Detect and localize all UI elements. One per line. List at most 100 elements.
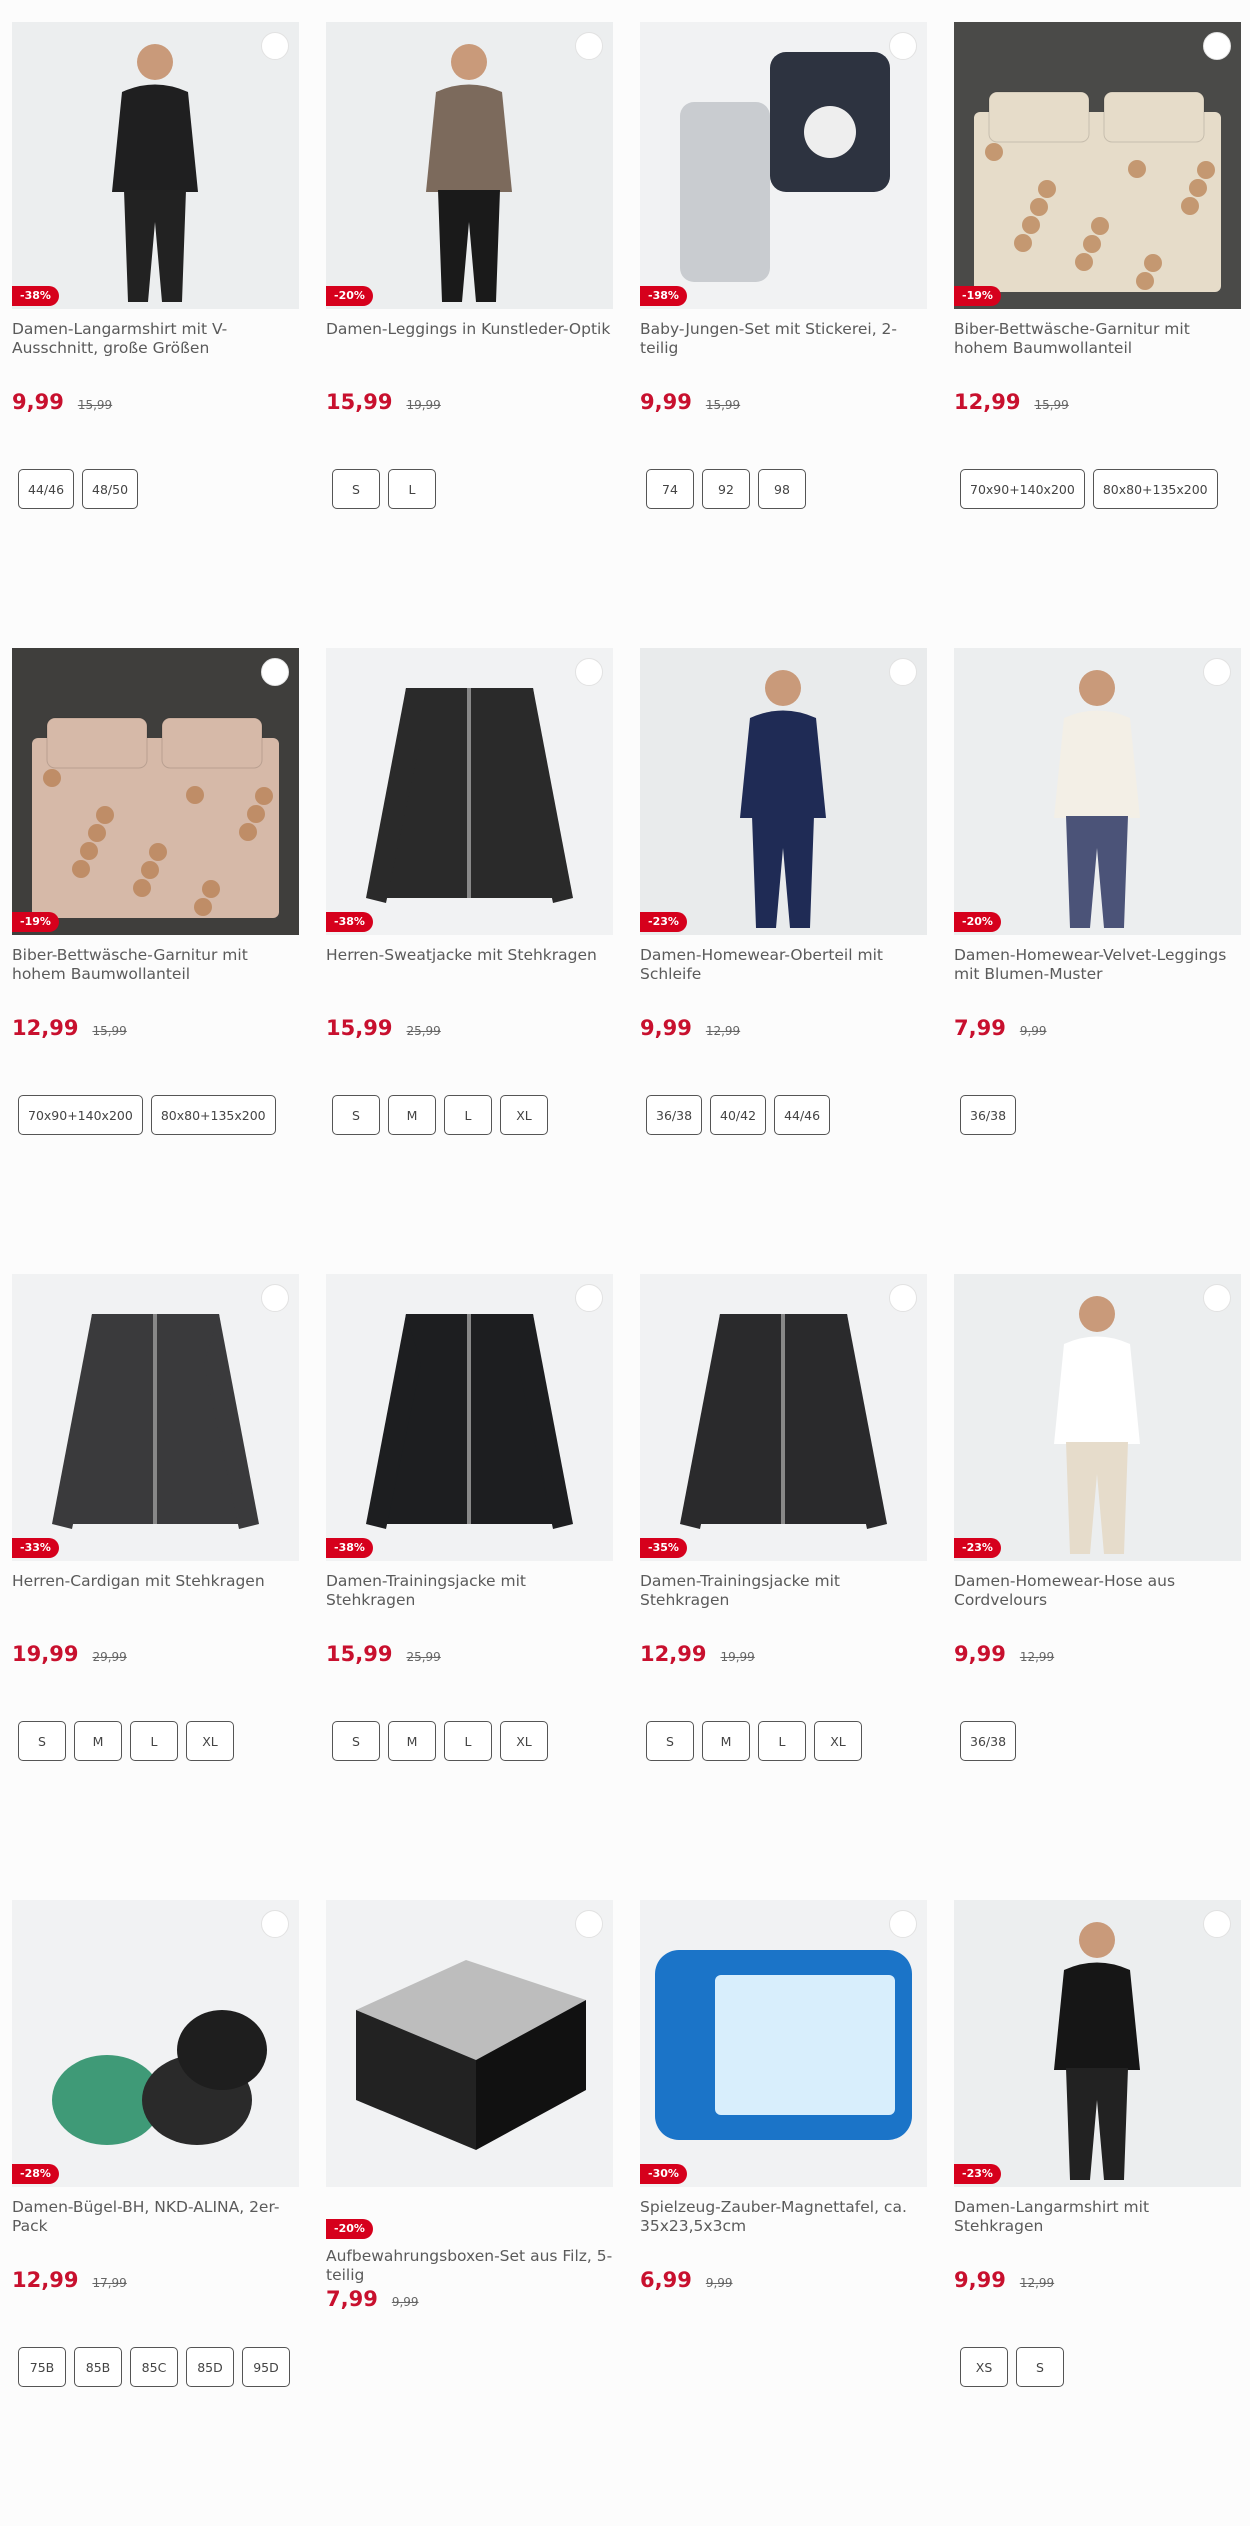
product-title[interactable]: Baby-Jungen-Set mit Stickerei, 2-teilig	[640, 320, 927, 358]
product-card[interactable]: -28% Damen-Bügel-BH, NKD-ALINA, 2er-Pack 1…	[12, 1900, 299, 2526]
size-option-button[interactable]: 85D	[186, 2347, 234, 2387]
product-card[interactable]: -20% Damen-Leggings in Kunstleder-Optik 15…	[326, 22, 613, 648]
wishlist-heart-icon[interactable]	[889, 658, 917, 686]
product-card[interactable]: -23% Damen-Langarmshirt mit Stehkragen 9,9…	[954, 1900, 1241, 2526]
wishlist-heart-icon[interactable]	[261, 658, 289, 686]
product-card[interactable]: -20% Aufbewahrungsboxen-Set aus Filz, 5-t…	[326, 1900, 613, 2526]
wishlist-heart-icon[interactable]	[1203, 32, 1231, 60]
product-title[interactable]: Biber-Bettwäsche-Garnitur mit hohem Baum…	[12, 946, 299, 984]
product-image[interactable]	[326, 1900, 613, 2187]
product-title[interactable]: Aufbewahrungsboxen-Set aus Filz, 5-teili…	[326, 2247, 613, 2285]
product-image[interactable]: -20%	[954, 648, 1241, 935]
size-option-button[interactable]: L	[758, 1721, 806, 1761]
wishlist-heart-icon[interactable]	[1203, 658, 1231, 686]
size-option-button[interactable]: M	[388, 1721, 436, 1761]
size-option-button[interactable]: XS	[960, 2347, 1008, 2387]
size-option-button[interactable]: 44/46	[18, 469, 75, 509]
wishlist-heart-icon[interactable]	[889, 1284, 917, 1312]
product-card[interactable]: -38% Damen-Trainingsjacke mit Stehkragen 1…	[326, 1274, 613, 1900]
size-option-button[interactable]: 74	[646, 469, 694, 509]
product-image[interactable]: -19%	[12, 648, 299, 935]
product-card[interactable]: -38% Herren-Sweatjacke mit Stehkragen 15,9…	[326, 648, 613, 1274]
product-image[interactable]: -38%	[640, 22, 927, 309]
wishlist-heart-icon[interactable]	[1203, 1910, 1231, 1938]
product-title[interactable]: Damen-Bügel-BH, NKD-ALINA, 2er-Pack	[12, 2198, 299, 2236]
product-card[interactable]: -19% Biber-Bettwäsche-Garnitur mit hohem …	[12, 648, 299, 1274]
size-option-button[interactable]: XL	[500, 1095, 548, 1135]
size-option-button[interactable]: S	[1016, 2347, 1064, 2387]
product-image[interactable]: -33%	[12, 1274, 299, 1561]
size-option-button[interactable]: S	[646, 1721, 694, 1761]
wishlist-heart-icon[interactable]	[1203, 1284, 1231, 1312]
wishlist-heart-icon[interactable]	[261, 1284, 289, 1312]
product-title[interactable]: Damen-Trainingsjacke mit Stehkragen	[640, 1572, 927, 1610]
size-option-button[interactable]: L	[388, 469, 436, 509]
size-option-button[interactable]: L	[130, 1721, 178, 1761]
size-option-button[interactable]: 36/38	[960, 1721, 1017, 1761]
wishlist-heart-icon[interactable]	[889, 1910, 917, 1938]
product-image[interactable]: -23%	[954, 1274, 1241, 1561]
product-title[interactable]: Damen-Langarmshirt mit V-Ausschnitt, gro…	[12, 320, 299, 358]
product-image[interactable]: -23%	[640, 648, 927, 935]
wishlist-heart-icon[interactable]	[261, 32, 289, 60]
product-title[interactable]: Damen-Trainingsjacke mit Stehkragen	[326, 1572, 613, 1610]
product-card[interactable]: -33% Herren-Cardigan mit Stehkragen 19,99 2…	[12, 1274, 299, 1900]
product-image[interactable]: -38%	[12, 22, 299, 309]
product-title[interactable]: Damen-Homewear-Velvet-Leggings mit Blume…	[954, 946, 1241, 984]
product-title[interactable]: Herren-Cardigan mit Stehkragen	[12, 1572, 299, 1610]
product-card[interactable]: -30% Spielzeug-Zauber-Magnettafel, ca. 35…	[640, 1900, 927, 2526]
wishlist-heart-icon[interactable]	[575, 1910, 603, 1938]
size-option-button[interactable]: 80x80+135x200	[1092, 469, 1218, 509]
product-card[interactable]: -38% Baby-Jungen-Set mit Stickerei, 2-tei…	[640, 22, 927, 648]
product-title[interactable]: Herren-Sweatjacke mit Stehkragen	[326, 946, 613, 984]
product-image[interactable]: -35%	[640, 1274, 927, 1561]
product-image[interactable]: -19%	[954, 22, 1241, 309]
size-option-button[interactable]: 85C	[130, 2347, 178, 2387]
size-option-button[interactable]: L	[444, 1721, 492, 1761]
product-image[interactable]: -30%	[640, 1900, 927, 2187]
product-card[interactable]: -20% Damen-Homewear-Velvet-Leggings mit B…	[954, 648, 1241, 1274]
product-title[interactable]: Biber-Bettwäsche-Garnitur mit hohem Baum…	[954, 320, 1241, 358]
product-title[interactable]: Spielzeug-Zauber-Magnettafel, ca. 35x23,…	[640, 2198, 927, 2236]
product-title[interactable]: Damen-Homewear-Hose aus Cordvelours	[954, 1572, 1241, 1610]
product-title[interactable]: Damen-Langarmshirt mit Stehkragen	[954, 2198, 1241, 2236]
size-option-button[interactable]: 92	[702, 469, 750, 509]
size-option-button[interactable]: 36/38	[960, 1095, 1017, 1135]
size-option-button[interactable]: 36/38	[646, 1095, 703, 1135]
size-option-button[interactable]: 44/46	[774, 1095, 831, 1135]
size-option-button[interactable]: S	[332, 1721, 380, 1761]
size-option-button[interactable]: XL	[186, 1721, 234, 1761]
size-option-button[interactable]: 80x80+135x200	[150, 1095, 276, 1135]
size-option-button[interactable]: L	[444, 1095, 492, 1135]
wishlist-heart-icon[interactable]	[575, 32, 603, 60]
product-image[interactable]: -20%	[326, 22, 613, 309]
size-option-button[interactable]: 40/42	[710, 1095, 767, 1135]
product-title[interactable]: Damen-Leggings in Kunstleder-Optik	[326, 320, 613, 358]
size-option-button[interactable]: M	[388, 1095, 436, 1135]
size-option-button[interactable]: 48/50	[82, 469, 139, 509]
size-option-button[interactable]: 95D	[242, 2347, 290, 2387]
product-image[interactable]: -38%	[326, 648, 613, 935]
wishlist-heart-icon[interactable]	[261, 1910, 289, 1938]
size-option-button[interactable]: 75B	[18, 2347, 66, 2387]
product-card[interactable]: -19% Biber-Bettwäsche-Garnitur mit hohem …	[954, 22, 1241, 648]
size-option-button[interactable]: XL	[500, 1721, 548, 1761]
wishlist-heart-icon[interactable]	[575, 1284, 603, 1312]
size-option-button[interactable]: 70x90+140x200	[18, 1095, 143, 1135]
size-option-button[interactable]: S	[332, 469, 380, 509]
size-option-button[interactable]: XL	[814, 1721, 862, 1761]
product-image[interactable]: -38%	[326, 1274, 613, 1561]
product-card[interactable]: -23% Damen-Homewear-Oberteil mit Schleife…	[640, 648, 927, 1274]
product-card[interactable]: -38% Damen-Langarmshirt mit V-Ausschnitt,…	[12, 22, 299, 648]
product-card[interactable]: -23% Damen-Homewear-Hose aus Cordvelours 9…	[954, 1274, 1241, 1900]
product-image[interactable]: -23%	[954, 1900, 1241, 2187]
size-option-button[interactable]: S	[18, 1721, 66, 1761]
product-title[interactable]: Damen-Homewear-Oberteil mit Schleife	[640, 946, 927, 984]
size-option-button[interactable]: 70x90+140x200	[960, 469, 1085, 509]
size-option-button[interactable]: M	[74, 1721, 122, 1761]
size-option-button[interactable]: 85B	[74, 2347, 122, 2387]
size-option-button[interactable]: 98	[758, 469, 806, 509]
wishlist-heart-icon[interactable]	[889, 32, 917, 60]
product-image[interactable]: -28%	[12, 1900, 299, 2187]
size-option-button[interactable]: M	[702, 1721, 750, 1761]
